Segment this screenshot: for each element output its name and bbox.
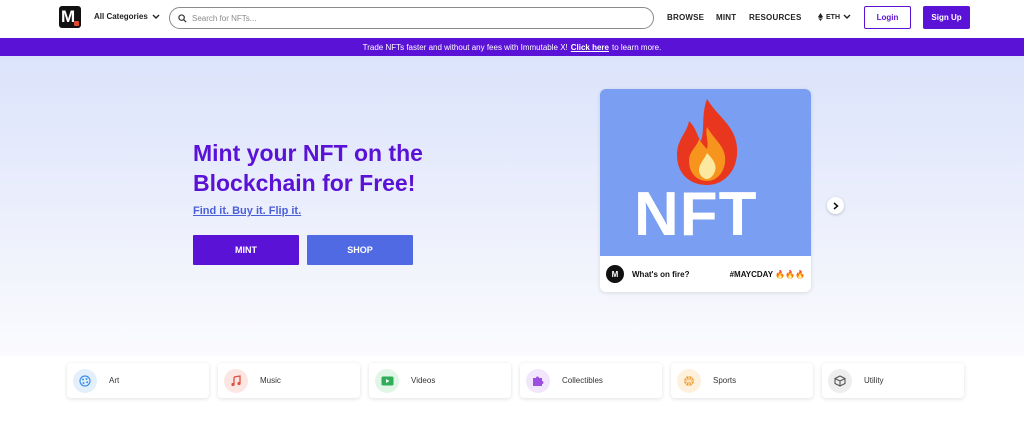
banner-text-before: Trade NFTs faster and without any fees w… [362,42,568,52]
logo-letter: M [61,7,75,26]
featured-nft-image: NFT [600,89,811,256]
network-selector[interactable]: ETH [818,13,851,21]
nav-mint[interactable]: MINT [716,13,736,22]
avatar: M [606,265,624,283]
featured-card-label: What's on fire? [632,269,690,279]
art-icon [73,368,97,393]
hero-section: Mint your NFT on the Blockchain for Free… [0,56,1024,356]
nav-browse[interactable]: BROWSE [667,13,704,22]
top-header: M All Categories BROWSE MINT RESOURCES E… [0,0,1024,38]
all-categories-dropdown[interactable]: All Categories [94,12,160,21]
category-label: Sports [713,376,737,385]
featured-nft-card[interactable]: NFT M What's on fire? #MAYCDAY 🔥🔥🔥 [600,89,811,292]
category-card-utility[interactable]: Utility [822,363,964,398]
search-input[interactable] [192,13,632,23]
nft-art-text: NFT [634,180,758,249]
all-categories-label: All Categories [94,12,148,21]
chevron-down-icon [152,14,160,19]
category-card-collectibles[interactable]: Collectibles [520,363,662,398]
nav-resources[interactable]: RESOURCES [749,13,801,22]
featured-card-footer: M What's on fire? #MAYCDAY 🔥🔥🔥 [600,256,811,292]
login-button[interactable]: Login [864,6,911,29]
category-label: Collectibles [562,376,603,385]
signup-button[interactable]: Sign Up [923,6,970,29]
category-list: Art Music Videos Collectibles Sports Uti… [67,363,964,398]
hero-subtitle-link[interactable]: Find it. Buy it. Flip it. [193,205,301,217]
banner-link[interactable]: Click here [571,43,609,52]
mint-button[interactable]: MINT [193,235,299,265]
shop-button[interactable]: SHOP [307,235,413,265]
hero-title: Mint your NFT on the Blockchain for Free… [193,140,423,196]
category-label: Utility [864,376,884,385]
featured-card-tag: #MAYCDAY 🔥🔥🔥 [729,269,805,279]
search-icon [178,13,187,23]
carousel-next-button[interactable] [827,197,844,214]
site-logo[interactable]: M [59,6,81,28]
ethereum-icon [818,13,823,21]
category-card-videos[interactable]: Videos [369,363,511,398]
category-label: Art [109,376,120,385]
network-label: ETH [826,13,840,21]
basketball-icon [677,368,701,393]
fire-icon [677,99,738,185]
category-card-art[interactable]: Art [67,363,209,398]
category-label: Music [260,376,281,385]
category-label: Videos [411,376,436,385]
category-card-music[interactable]: Music [218,363,360,398]
chevron-right-icon [833,201,839,210]
promo-banner: Trade NFTs faster and without any fees w… [0,38,1024,56]
cube-icon [828,368,852,393]
banner-text-after: to learn more. [612,42,662,52]
video-icon [375,368,399,393]
music-icon [224,368,248,393]
puzzle-icon [526,368,550,393]
search-bar[interactable] [169,7,654,29]
category-card-sports[interactable]: Sports [671,363,813,398]
chevron-down-icon [843,14,851,19]
